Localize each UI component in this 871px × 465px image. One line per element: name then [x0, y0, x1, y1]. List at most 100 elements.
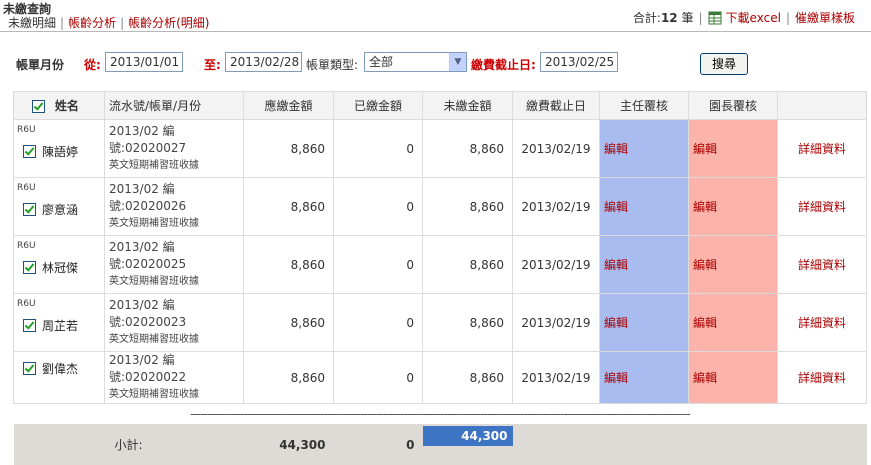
director-edit-link[interactable]: 編輯	[599, 235, 689, 294]
unpaid-table: 姓名 流水號/帳單/月份 應繳金額 已繳金額 未繳金額 繳費截止日 主任覆核 園…	[13, 91, 867, 465]
due-amount: 8,860	[243, 235, 334, 294]
row-checkbox[interactable]	[23, 362, 36, 375]
select-all-checkbox[interactable]	[32, 100, 45, 113]
principal-edit-link[interactable]: 編輯	[688, 293, 778, 352]
paid-amount: 0	[333, 293, 423, 352]
table-row: R6U 陳語婷 2013/02 編號:02020027 英文短期補習班收據 8,8…	[13, 119, 867, 178]
bill-type-line: 英文短期補習班收據	[109, 276, 199, 287]
row-checkbox[interactable]	[23, 203, 36, 216]
paid-amount: 0	[333, 119, 423, 178]
bill-type-line: 英文短期補習班收據	[109, 334, 199, 345]
director-edit-link[interactable]: 編輯	[599, 293, 689, 352]
serial-line: 2013/02 編號:02020022	[109, 353, 187, 384]
total-count: 12	[660, 10, 678, 25]
dashed-separator-row: ----------------------------------------…	[14, 404, 867, 425]
detail-link[interactable]: 詳細資料	[777, 235, 867, 294]
bill-month-label: 帳單月份	[16, 58, 65, 72]
bill-type-select[interactable]: 全部 ▼	[364, 52, 467, 72]
paid-amount: 0	[333, 351, 423, 404]
nav-unpaid-detail[interactable]: 未繳明細	[8, 16, 56, 30]
header-name: 姓名	[13, 91, 105, 120]
header-due: 應繳金額	[243, 91, 334, 120]
nav-separator: |	[60, 16, 65, 30]
nav-aging-analysis-detail[interactable]: 帳齡分析(明細)	[128, 16, 209, 30]
unpaid-amount: 8,860	[422, 119, 513, 178]
deadline-label: 繳費截止日:	[471, 58, 536, 72]
director-edit-link[interactable]: 編輯	[599, 177, 689, 236]
detail-link[interactable]: 詳細資料	[777, 119, 867, 178]
deadline-date: 2013/02/19	[512, 293, 600, 352]
table-row: R6U 林冠傑 2013/02 編號:02020025 英文短期補習班收據 8,8…	[13, 235, 867, 294]
name-cell: 劉偉杰	[13, 351, 105, 404]
table-row: R6U 廖意涵 2013/02 編號:02020026 英文短期補習班收據 8,8…	[13, 177, 867, 236]
student-name: 林冠傑	[42, 261, 79, 275]
subtotal-unpaid: 44,300	[422, 426, 513, 446]
subtotal-spacer	[777, 424, 867, 465]
header-name-label: 姓名	[54, 99, 79, 113]
principal-edit-link[interactable]: 編輯	[688, 177, 778, 236]
dropdown-arrow-icon[interactable]: ▼	[449, 53, 466, 71]
nav-aging-analysis[interactable]: 帳齡分析	[68, 16, 116, 30]
dashed-separator: ----------------------------------------…	[190, 407, 691, 421]
student-name: 廖意涵	[42, 203, 79, 217]
excel-icon[interactable]	[708, 11, 722, 25]
detail-link[interactable]: 詳細資料	[777, 351, 867, 404]
deadline-date: 2013/02/19	[512, 119, 600, 178]
name-cell: R6U 陳語婷	[13, 119, 105, 178]
to-label: 至:	[204, 58, 221, 72]
header-serial: 流水號/帳單/月份	[104, 91, 244, 120]
serial-line: 2013/02 編號:02020023	[109, 298, 187, 329]
search-button[interactable]: 搜尋	[700, 53, 748, 75]
bill-type-line: 英文短期補習班收據	[109, 218, 199, 229]
header-director-review: 主任覆核	[599, 91, 689, 120]
total-label: 合計:	[632, 11, 661, 25]
due-amount: 8,860	[243, 177, 334, 236]
serial-cell: 2013/02 編號:02020026 英文短期補習班收據	[104, 177, 244, 236]
principal-edit-link[interactable]: 編輯	[688, 351, 778, 404]
row-checkbox[interactable]	[23, 319, 36, 332]
table-row: R6U 周芷若 2013/02 編號:02020023 英文短期補習班收據 8,8…	[13, 293, 867, 352]
header-divider	[0, 31, 871, 32]
nav-separator: |	[120, 16, 125, 30]
filter-bar: 帳單月份 從: 2013/01/01 至: 2013/02/28 帳單類型: 全…	[0, 52, 871, 75]
deadline-date: 2013/02/19	[512, 351, 600, 404]
header-actions	[777, 91, 867, 120]
student-name: 陳語婷	[42, 145, 79, 159]
total-unit: 筆	[681, 11, 694, 25]
subtotal-spacer	[512, 424, 600, 465]
unpaid-amount: 8,860	[422, 293, 513, 352]
director-edit-link[interactable]: 編輯	[599, 119, 689, 178]
detail-link[interactable]: 詳細資料	[777, 293, 867, 352]
table-header: 姓名 流水號/帳單/月份 應繳金額 已繳金額 未繳金額 繳費截止日 主任覆核 園…	[13, 91, 867, 120]
class-code: R6U	[17, 241, 36, 251]
table-row: 劉偉杰 2013/02 編號:02020022 英文短期補習班收據 8,860 0…	[13, 351, 867, 404]
student-name: 周芷若	[42, 319, 79, 333]
to-date-input[interactable]: 2013/02/28	[225, 52, 302, 72]
principal-edit-link[interactable]: 編輯	[688, 119, 778, 178]
director-edit-link[interactable]: 編輯	[599, 351, 689, 404]
from-date-input[interactable]: 2013/01/01	[105, 52, 183, 72]
collection-sample-link[interactable]: 催繳單樣板	[795, 9, 855, 26]
row-checkbox[interactable]	[23, 145, 36, 158]
row-checkbox[interactable]	[23, 261, 36, 274]
student-name: 劉偉杰	[42, 362, 79, 376]
subtotal-row: 小計: 44,300 0 44,300	[13, 424, 867, 465]
bill-type-value: 全部	[369, 55, 394, 69]
unpaid-amount: 8,860	[422, 177, 513, 236]
subtotal-label: 小計:	[104, 424, 244, 465]
separator: |	[698, 10, 703, 25]
detail-link[interactable]: 詳細資料	[777, 177, 867, 236]
principal-edit-link[interactable]: 編輯	[688, 235, 778, 294]
serial-line: 2013/02 編號:02020027	[109, 124, 187, 155]
from-label: 從:	[84, 58, 101, 72]
paid-amount: 0	[333, 235, 423, 294]
bill-type-line: 英文短期補習班收據	[109, 389, 199, 400]
bill-type-label: 帳單類型:	[306, 58, 359, 72]
separator: |	[785, 10, 790, 25]
subtotal-paid: 0	[333, 424, 423, 465]
due-amount: 8,860	[243, 119, 334, 178]
download-excel-link[interactable]: 下載excel	[726, 9, 781, 26]
deadline-date-input[interactable]: 2013/02/25	[540, 52, 618, 72]
paid-amount: 0	[333, 177, 423, 236]
unpaid-amount: 8,860	[422, 235, 513, 294]
